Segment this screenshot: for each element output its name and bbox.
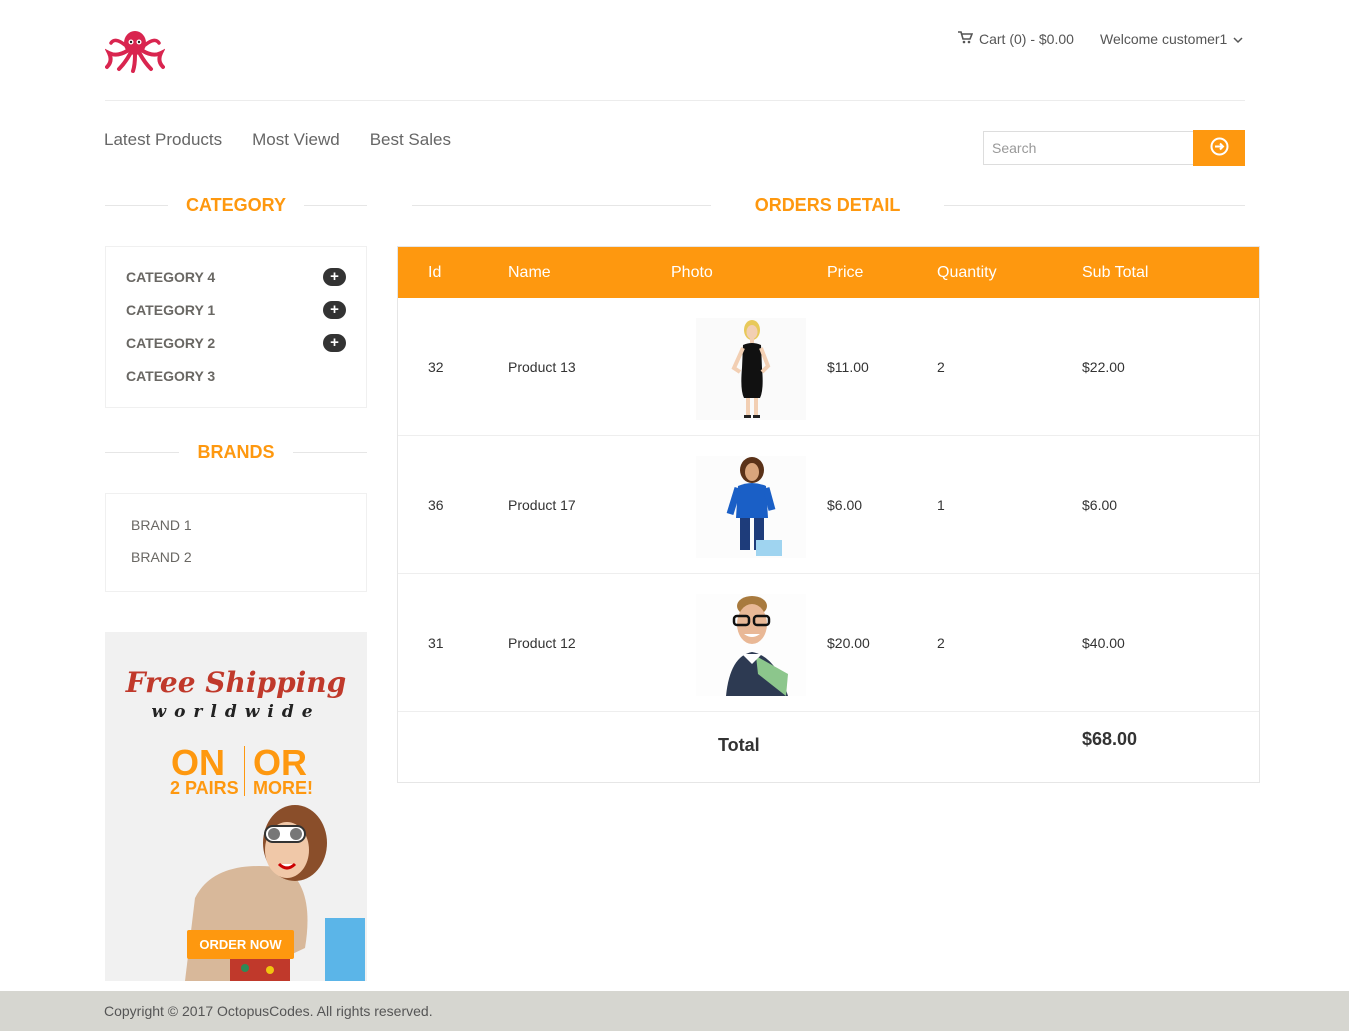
cell-subtotal: $22.00: [1082, 359, 1125, 375]
category-label: CATEGORY 4: [126, 268, 216, 285]
category-label: CATEGORY 1: [126, 301, 216, 318]
nav-latest-products[interactable]: Latest Products: [104, 130, 222, 150]
main-nav: Latest Products Most Viewd Best Sales: [104, 130, 451, 150]
cell-subtotal: $6.00: [1082, 497, 1118, 513]
product-photo[interactable]: [696, 318, 806, 420]
brand-item[interactable]: BRAND 2: [106, 541, 366, 573]
cell-name[interactable]: Product 12: [508, 635, 576, 651]
search-input[interactable]: [983, 131, 1194, 165]
footer: Copyright © 2017 OctopusCodes. All right…: [0, 991, 1349, 1031]
category-item[interactable]: CATEGORY 4 +: [106, 260, 366, 293]
brand-item[interactable]: BRAND 1: [106, 509, 366, 541]
cell-name[interactable]: Product 17: [508, 497, 576, 513]
category-item[interactable]: CATEGORY 2 +: [106, 326, 366, 359]
banner-more: MORE!: [253, 778, 313, 798]
banner-divider: [244, 746, 245, 796]
orders-heading: ORDERS DETAIL: [412, 195, 1245, 216]
cell-price: $20.00: [827, 635, 870, 651]
product-photo[interactable]: [696, 594, 806, 696]
copyright-text: Copyright © 2017 OctopusCodes. All right…: [104, 1003, 433, 1019]
cell-id: 31: [428, 635, 444, 651]
table-row: 31 Product 12 $20.00 2 $40.00: [398, 574, 1259, 712]
orders-table: Id Name Photo Price Quantity Sub Total 3…: [397, 246, 1260, 783]
cell-quantity: 1: [937, 497, 945, 513]
account-menu[interactable]: Welcome customer1: [1100, 31, 1243, 47]
category-panel: CATEGORY 4 + CATEGORY 1 + CATEGORY 2 + C…: [105, 246, 367, 408]
chevron-down-icon: [1233, 31, 1243, 47]
table-row: 32 Product 13 $11.00 2 $22.00: [398, 298, 1259, 436]
cell-id: 32: [428, 359, 444, 375]
category-title: CATEGORY: [185, 195, 286, 215]
plus-icon[interactable]: +: [323, 267, 346, 286]
col-price: Price: [827, 264, 864, 281]
col-id: Id: [428, 264, 442, 281]
category-item[interactable]: CATEGORY 1 +: [106, 293, 366, 326]
cell-price: $6.00: [827, 497, 863, 513]
banner-headline: Free Shipping: [125, 666, 347, 699]
col-name: Name: [508, 264, 551, 281]
free-shipping-banner[interactable]: Free Shipping worldwide ON OR 2 PAIRS MO…: [105, 632, 367, 981]
total-value: $68.00: [1082, 729, 1138, 749]
category-item[interactable]: CATEGORY 3: [106, 359, 366, 392]
cart-link[interactable]: Cart (0) - $0.00: [958, 31, 1074, 47]
cart-text: Cart (0) - $0.00: [979, 31, 1074, 47]
banner-pairs: 2 PAIRS: [170, 778, 239, 798]
orders-title: ORDERS DETAIL: [754, 195, 901, 215]
category-label: CATEGORY 3: [126, 367, 216, 384]
cell-quantity: 2: [937, 359, 945, 375]
plus-icon[interactable]: +: [323, 300, 346, 319]
search-button[interactable]: [1193, 130, 1245, 166]
total-label: Total: [718, 735, 760, 755]
nav-most-viewed[interactable]: Most Viewd: [252, 130, 340, 150]
category-heading: CATEGORY: [105, 195, 367, 216]
cell-quantity: 2: [937, 635, 945, 651]
plus-icon[interactable]: +: [323, 333, 346, 352]
header-divider: [105, 100, 1245, 101]
order-now-button[interactable]: ORDER NOW: [187, 930, 294, 959]
col-subtotal: Sub Total: [1082, 264, 1149, 281]
arrow-circle-right-icon: [1210, 137, 1229, 159]
banner-subtitle: worldwide: [151, 702, 321, 722]
site-logo[interactable]: [104, 27, 166, 73]
cell-id: 36: [428, 497, 444, 513]
cell-subtotal: $40.00: [1082, 635, 1125, 651]
brands-panel: BRAND 1 BRAND 2: [105, 493, 367, 592]
cell-price: $11.00: [827, 359, 869, 375]
col-photo: Photo: [671, 264, 713, 281]
category-label: CATEGORY 2: [126, 334, 216, 351]
table-header: Id Name Photo Price Quantity Sub Total: [398, 247, 1259, 298]
brands-heading: BRANDS: [105, 442, 367, 463]
col-quantity: Quantity: [937, 264, 997, 281]
table-row: 36 Product 17 $6.00 1 $6.00: [398, 436, 1259, 574]
nav-best-sales[interactable]: Best Sales: [370, 130, 451, 150]
cell-name[interactable]: Product 13: [508, 359, 576, 375]
welcome-text: Welcome customer1: [1100, 31, 1228, 47]
product-photo[interactable]: [696, 456, 806, 558]
brands-title: BRANDS: [197, 442, 275, 462]
cart-icon: [958, 31, 974, 47]
